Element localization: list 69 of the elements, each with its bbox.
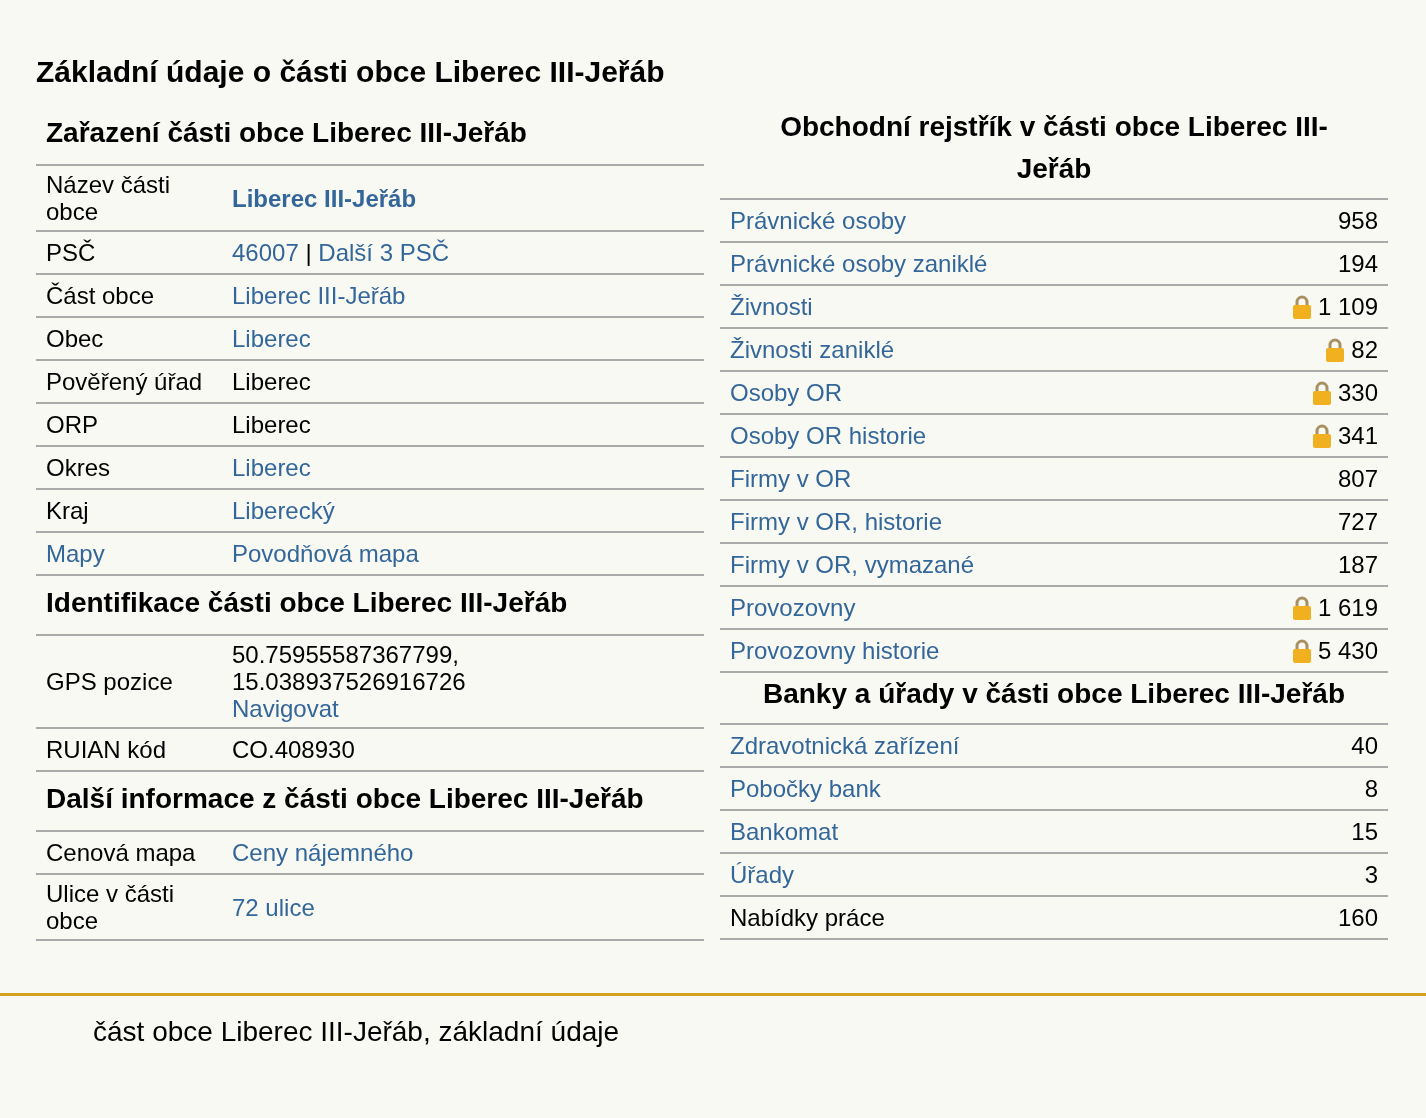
- value-link[interactable]: Povodňová mapa: [232, 540, 419, 567]
- stat-link[interactable]: Živnosti: [730, 293, 813, 320]
- row-value: CO.408930: [232, 736, 355, 763]
- row-value: 15.038937526916726: [232, 668, 466, 695]
- section-heading: Zařazení části obce Liberec III-Jeřáb: [36, 106, 704, 166]
- stat-count: 1 619: [1317, 594, 1378, 621]
- row-label[interactable]: Mapy: [36, 535, 232, 572]
- stat-count: 807: [1337, 465, 1378, 492]
- stat-label: Nabídky práce: [730, 904, 885, 931]
- row-label: Obec: [45, 324, 105, 354]
- stat-link[interactable]: Osoby OR: [730, 379, 843, 406]
- value-link[interactable]: Liberec: [232, 325, 311, 352]
- footer-text: část obce Liberec III-Jeřáb, základní údaje: [93, 1016, 620, 1047]
- stat-count: 341: [1337, 422, 1378, 449]
- section-heading: Obchodní rejstřík v části obce Liberec III-Jeřáb: [720, 106, 1388, 200]
- value-link[interactable]: 72 ulice: [232, 893, 315, 921]
- row-label: RUIAN kód: [45, 735, 168, 765]
- stat-count: 3: [1364, 861, 1378, 888]
- section-heading: Další informace z části obce Liberec III-Jeřáb: [36, 772, 704, 832]
- value-link[interactable]: Liberec III-Jeřáb: [232, 184, 417, 212]
- stat-count: 8: [1364, 775, 1378, 802]
- stat-count: 82: [1351, 336, 1378, 363]
- stat-link[interactable]: Bankomat: [730, 818, 839, 845]
- stat-link[interactable]: Provozovny: [730, 594, 856, 621]
- value-link[interactable]: Další 3 PSČ: [318, 239, 450, 266]
- row-label: Pověřený úřad: [45, 367, 204, 397]
- stat-count: 160: [1337, 904, 1378, 931]
- row-label: ORP: [45, 410, 99, 440]
- row-label: Část obce: [45, 281, 156, 311]
- stat-count: 5 430: [1317, 637, 1378, 664]
- stat-count: 194: [1337, 250, 1378, 277]
- row-label: Cenová mapa: [45, 838, 197, 868]
- page-title: Základní údaje o části obce Liberec III-Jeřáb: [36, 54, 666, 90]
- stat-count: 958: [1337, 207, 1378, 234]
- stat-link[interactable]: Firmy v OR, vymazané: [730, 551, 975, 578]
- section-heading: Identifikace části obce Liberec III-Jeřáb: [36, 576, 704, 636]
- row-value: 50.75955587367799,: [232, 641, 459, 668]
- section-heading: Banky a úřady v části obce Liberec III-Jeřáb: [720, 673, 1388, 725]
- value-link[interactable]: 46007: [232, 239, 299, 266]
- stat-link[interactable]: Úřady: [730, 861, 795, 888]
- value-link[interactable]: Ceny nájemného: [232, 839, 414, 866]
- stat-link[interactable]: Živnosti zaniklé: [730, 336, 895, 363]
- stat-count: 187: [1337, 551, 1378, 578]
- stat-link[interactable]: Právnické osoby: [730, 207, 907, 234]
- stat-link[interactable]: Provozovny historie: [730, 637, 940, 664]
- row-label: Kraj: [45, 496, 90, 526]
- stat-link[interactable]: Firmy v OR: [730, 465, 852, 492]
- row-label: GPS pozice: [45, 667, 174, 697]
- stat-link[interactable]: Zdravotnická zařízení: [730, 732, 960, 759]
- stat-count: 40: [1351, 732, 1378, 759]
- row-label: Okres: [45, 453, 111, 483]
- stat-count: 15: [1351, 818, 1378, 845]
- row-value: |: [304, 239, 313, 266]
- row-value: Liberec: [232, 368, 311, 395]
- stat-count: 1 109: [1317, 293, 1378, 320]
- stat-link[interactable]: Pobočky bank: [730, 775, 881, 802]
- row-label: Ulice v části obce: [45, 879, 176, 936]
- row-value: Liberec: [232, 411, 311, 438]
- stat-link[interactable]: Firmy v OR, historie: [730, 508, 942, 535]
- value-link[interactable]: Liberec III-Jeřáb: [232, 282, 406, 309]
- stat-link[interactable]: Osoby OR historie: [730, 422, 927, 449]
- row-label: PSČ: [45, 238, 97, 268]
- value-link[interactable]: Liberecký: [232, 497, 335, 524]
- stat-link[interactable]: Právnické osoby zaniklé: [730, 250, 988, 277]
- stat-count: 727: [1337, 508, 1378, 535]
- stat-count: 330: [1337, 379, 1378, 406]
- value-link[interactable]: Navigovat: [232, 695, 339, 722]
- value-link[interactable]: Liberec: [232, 454, 311, 481]
- row-label: Název části obce: [45, 170, 172, 227]
